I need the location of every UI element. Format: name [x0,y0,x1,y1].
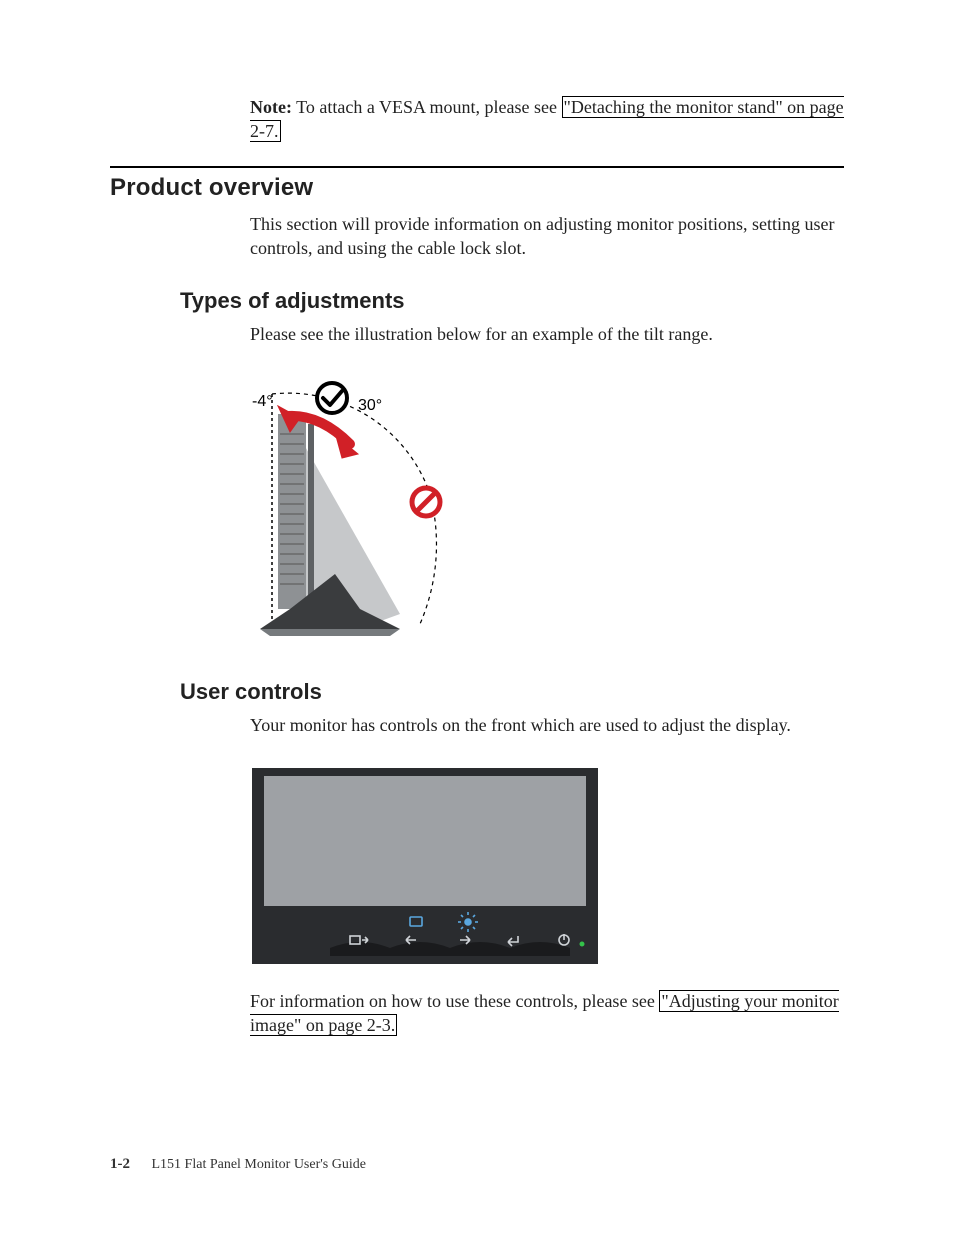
overview-paragraph: This section will provide information on… [250,212,844,261]
ok-icon [317,383,347,413]
page: Note: To attach a VESA mount, please see… [0,0,954,1235]
power-led-icon [580,941,585,946]
figure-tilt-range: -4° 30° [250,374,844,649]
note-label: Note: [250,97,292,117]
figure-user-controls [250,766,844,971]
adjustments-paragraph: Please see the illustration below for an… [250,322,844,346]
not-allowed-icon [412,488,440,516]
user-controls-after: For information on how to use these cont… [250,989,844,1038]
angle-pos-label: 30° [358,397,382,414]
angle-neg-label: -4° [252,393,273,410]
footer-title: L151 Flat Panel Monitor User's Guide [152,1157,366,1172]
divider [110,166,844,168]
note-block: Note: To attach a VESA mount, please see… [250,95,844,144]
heading-user-controls: User controls [180,679,844,705]
heading-types-of-adjustments: Types of adjustments [180,288,844,314]
page-number: 1-2 [110,1156,130,1172]
after-text: For information on how to use these cont… [250,991,659,1011]
brightness-icon [458,912,478,932]
user-controls-intro: Your monitor has controls on the front w… [250,713,844,737]
note-text: To attach a VESA mount, please see [292,97,562,117]
page-footer: 1-2 L151 Flat Panel Monitor User's Guide [110,1156,366,1173]
heading-product-overview: Product overview [110,174,844,202]
